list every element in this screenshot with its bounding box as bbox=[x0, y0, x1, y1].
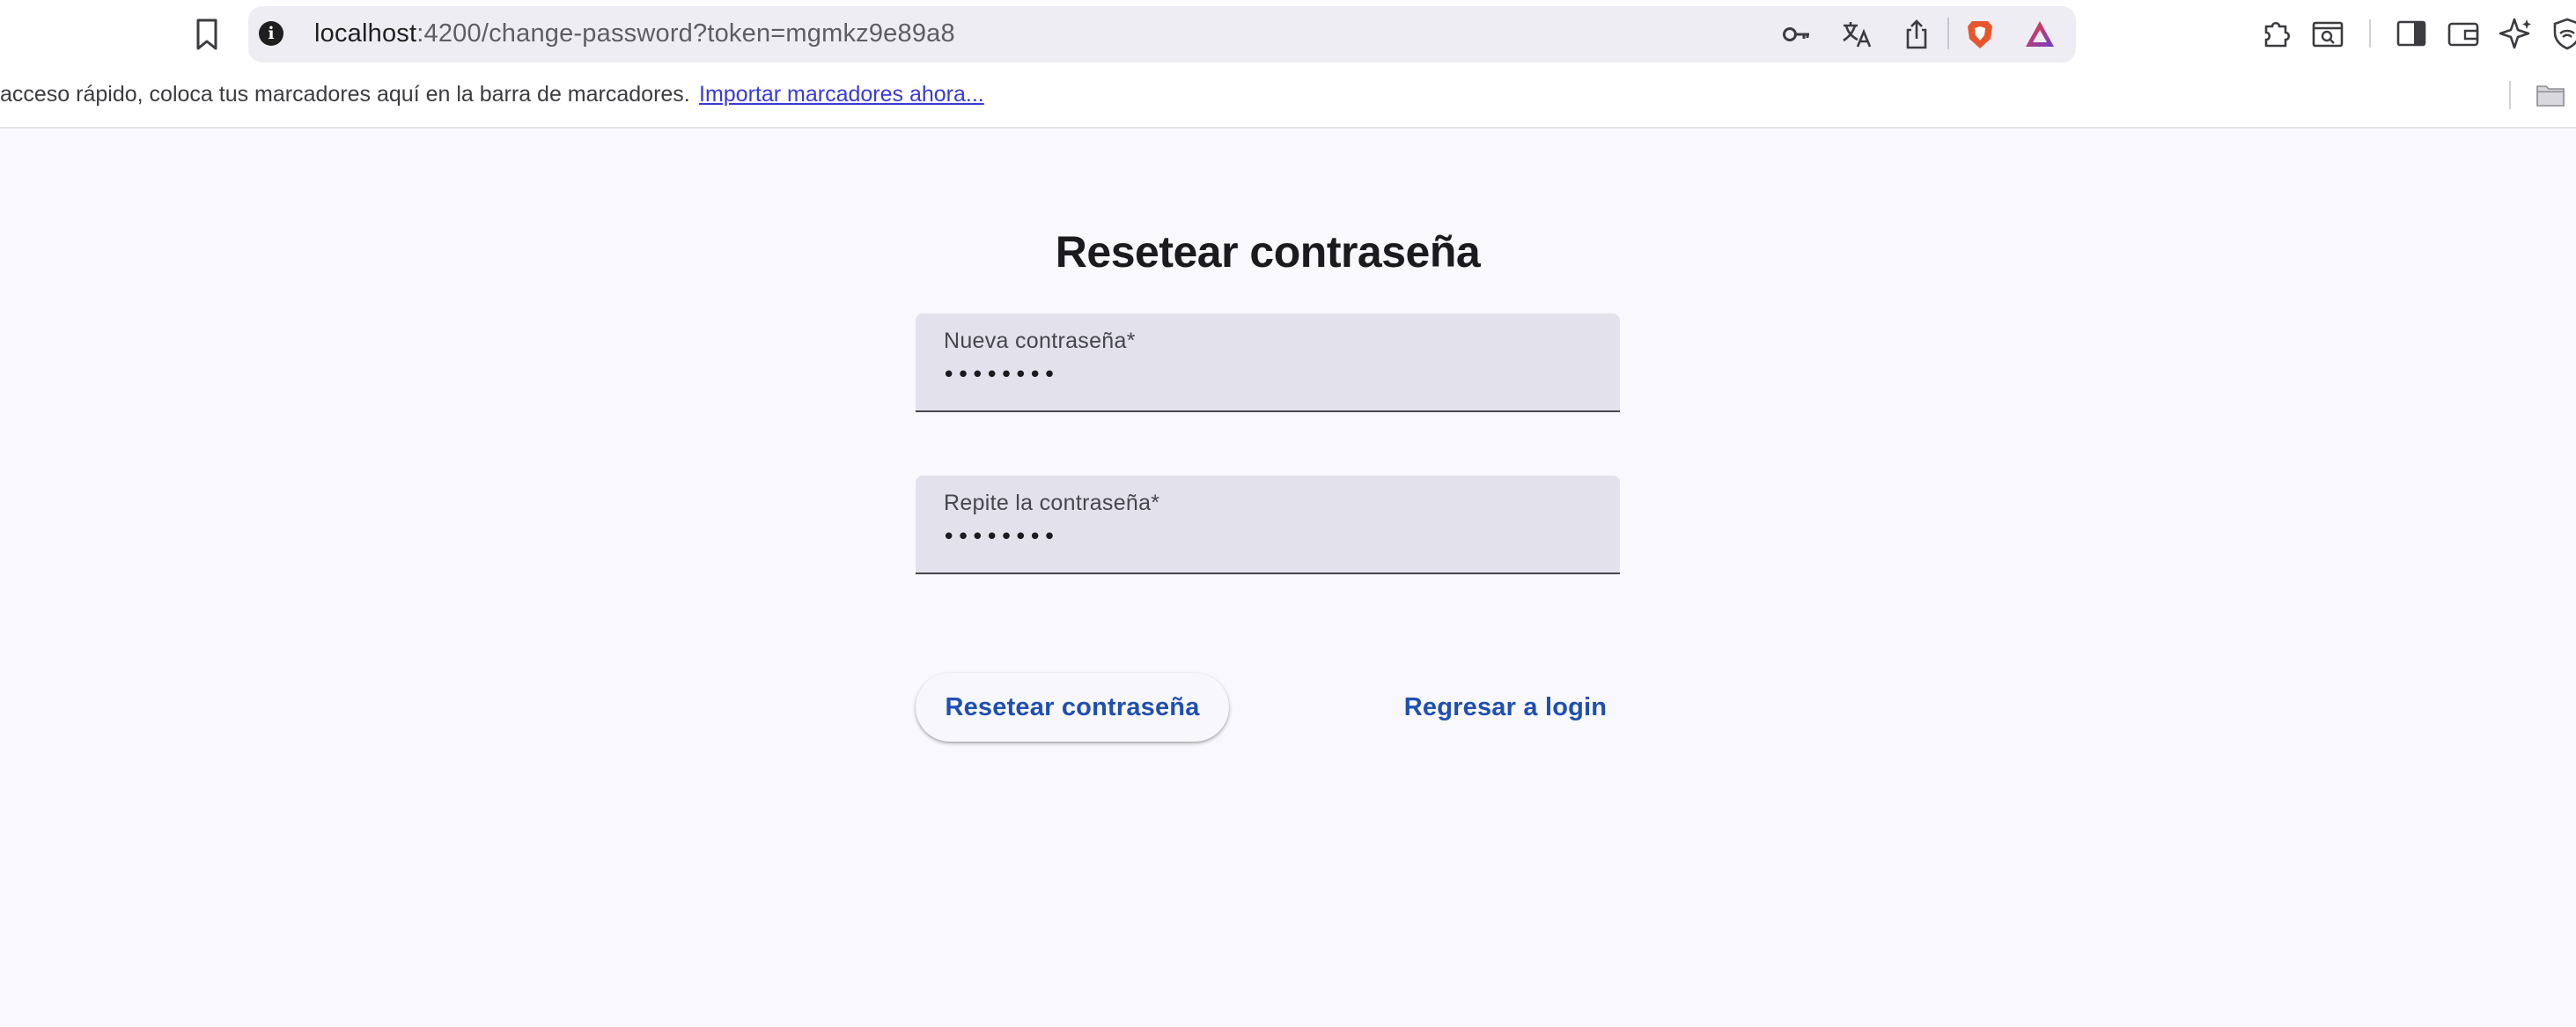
import-bookmarks-link[interactable]: Importar marcadores ahora... bbox=[699, 78, 984, 110]
brave-rewards-triangle-icon[interactable] bbox=[2023, 18, 2057, 51]
back-to-login-button[interactable]: Regresar a login bbox=[1391, 673, 1620, 742]
sparkle-icon[interactable] bbox=[2499, 16, 2534, 51]
reset-password-button[interactable]: Resetear contraseña bbox=[916, 673, 1229, 742]
browser-toolbar: i localhost:4200/change-password?token=m… bbox=[0, 0, 2576, 67]
share-icon[interactable] bbox=[1900, 18, 1933, 51]
reset-password-page: Resetear contraseña Nueva contraseña* Re… bbox=[0, 129, 2576, 1027]
puzzle-icon[interactable] bbox=[2259, 16, 2294, 51]
address-bar-divider bbox=[1947, 18, 1949, 49]
folder-icon[interactable] bbox=[2536, 83, 2565, 107]
page-title: Resetear contraseña bbox=[1055, 227, 1481, 277]
toolbar-divider bbox=[2369, 19, 2371, 48]
bookmark-icon[interactable] bbox=[192, 18, 222, 51]
new-password-field[interactable]: Nueva contraseña* bbox=[916, 314, 1620, 412]
url-text[interactable]: localhost:4200/change-password?token=mgm… bbox=[314, 17, 955, 50]
bookmarks-hint: acceso rápido, coloca tus marcadores aqu… bbox=[0, 82, 690, 107]
key-icon[interactable] bbox=[1780, 18, 1814, 51]
wallet-icon[interactable] bbox=[2446, 16, 2481, 51]
vpn-icon[interactable] bbox=[2550, 16, 2576, 51]
browser-chrome: i localhost:4200/change-password?token=m… bbox=[0, 0, 2576, 129]
info-icon[interactable]: i bbox=[259, 21, 283, 46]
tab-search-icon[interactable] bbox=[2310, 16, 2345, 51]
url-path: :4200/change-password?token=mgmkz9e89a8 bbox=[416, 19, 955, 48]
repeat-password-label: Repite la contraseña* bbox=[944, 491, 1160, 515]
repeat-password-field[interactable]: Repite la contraseña* bbox=[916, 476, 1620, 574]
sidebar-icon[interactable] bbox=[2394, 16, 2429, 51]
translate-icon[interactable] bbox=[1840, 18, 1873, 51]
brave-lion-icon[interactable] bbox=[1963, 18, 1997, 51]
new-password-input[interactable] bbox=[942, 359, 1558, 391]
repeat-password-input[interactable] bbox=[942, 521, 1558, 553]
bookmarks-divider bbox=[2509, 81, 2511, 109]
url-host: localhost bbox=[314, 19, 417, 48]
new-password-label: Nueva contraseña* bbox=[944, 329, 1136, 353]
